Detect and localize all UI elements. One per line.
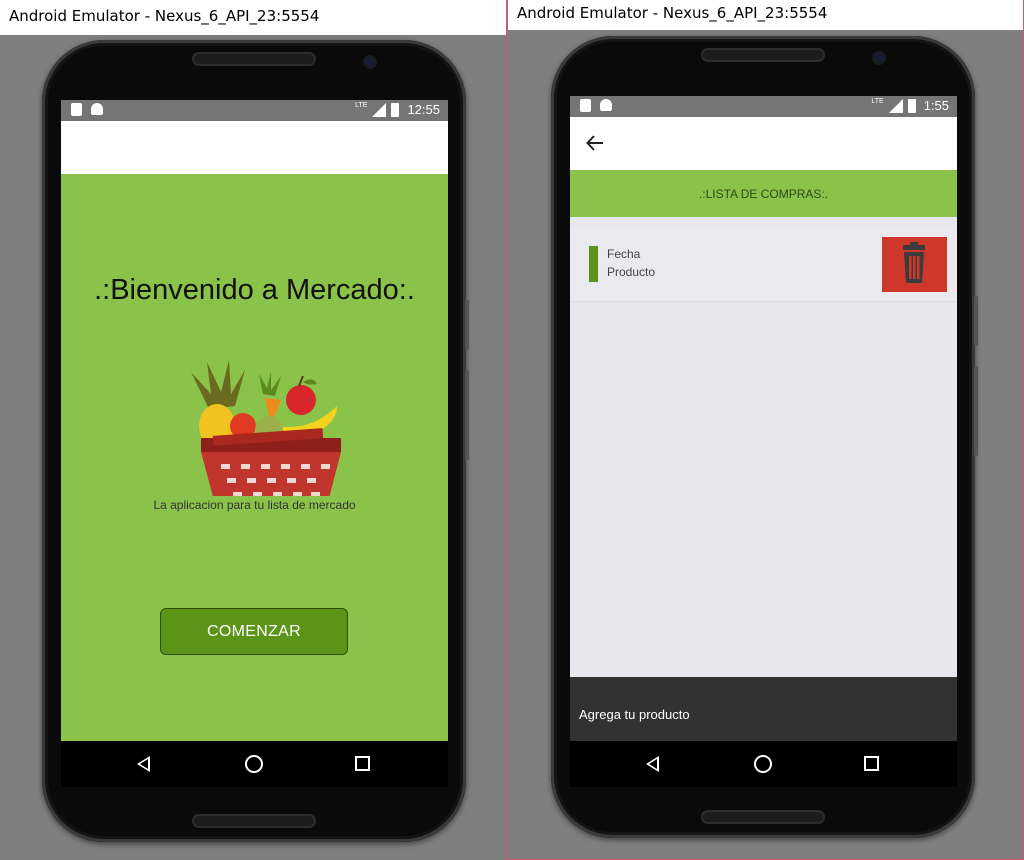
status-bar: LTE 12:55: [61, 100, 448, 121]
item-indicator: [589, 246, 598, 282]
device-screen: LTE 1:55 .:LISTA DE COMPRAS:. Fecha Prod…: [570, 96, 957, 787]
network-type: LTE: [355, 102, 368, 109]
home-icon[interactable]: [754, 755, 772, 773]
power-button[interactable]: [465, 370, 469, 460]
sd-card-icon: [580, 99, 591, 112]
bottom-speaker: [701, 810, 825, 824]
signal-icon: [372, 102, 387, 117]
android-icon: [600, 99, 612, 111]
status-time: 12:55: [407, 102, 440, 117]
phone-frame: LTE 12:55 .:Bienvenido a Mercado:. La ap…: [42, 40, 469, 842]
list-item[interactable]: Fecha Producto: [570, 229, 957, 302]
app-bar: [61, 121, 448, 174]
window-title: Android Emulator - Nexus_6_API_23:5554: [508, 0, 1023, 30]
fruit-basket-icon: [191, 360, 341, 496]
shopping-list: Fecha Producto +: [570, 217, 957, 729]
network-type: LTE: [871, 98, 884, 105]
item-product: Producto: [607, 265, 656, 279]
snackbar-text: Agrega tu producto: [579, 707, 690, 722]
power-button[interactable]: [974, 366, 978, 456]
device-screen: LTE 12:55 .:Bienvenido a Mercado:. La ap…: [61, 100, 448, 787]
delete-button[interactable]: [882, 237, 947, 292]
nav-bar: [570, 741, 957, 787]
phone-frame: LTE 1:55 .:LISTA DE COMPRAS:. Fecha Prod…: [551, 36, 978, 838]
welcome-subtitle: La aplicacion para tu lista de mercado: [153, 498, 356, 512]
window-title: Android Emulator - Nexus_6_API_23:5554: [0, 0, 506, 35]
item-date: Fecha: [607, 247, 641, 261]
start-button[interactable]: COMENZAR: [160, 608, 348, 655]
emulator-window-left: Android Emulator - Nexus_6_API_23:5554 L…: [0, 0, 506, 860]
battery-icon: [391, 102, 400, 117]
sd-card-icon: [71, 103, 82, 116]
emulator-window-right: Android Emulator - Nexus_6_API_23:5554 L…: [507, 0, 1024, 860]
list-header: .:LISTA DE COMPRAS:.: [570, 170, 957, 217]
volume-button[interactable]: [974, 296, 978, 346]
welcome-screen: .:Bienvenido a Mercado:. La aplicacion p…: [61, 174, 448, 741]
back-icon[interactable]: [137, 756, 150, 772]
signal-icon: [888, 98, 903, 113]
status-time: 1:55: [923, 98, 949, 113]
recents-icon[interactable]: [355, 756, 370, 771]
recents-icon[interactable]: [864, 756, 879, 771]
android-icon: [91, 103, 103, 115]
battery-icon: [907, 98, 916, 113]
front-camera: [874, 53, 884, 63]
snackbar: Agrega tu producto: [570, 677, 957, 741]
trash-icon: [903, 242, 925, 283]
top-speaker: [701, 48, 825, 62]
back-icon[interactable]: [646, 756, 659, 772]
back-arrow-icon[interactable]: [586, 134, 604, 152]
nav-bar: [61, 741, 448, 787]
volume-button[interactable]: [465, 300, 469, 350]
app-bar: [570, 117, 957, 170]
welcome-title: .:Bienvenido a Mercado:.: [94, 274, 415, 306]
top-speaker: [192, 52, 316, 66]
bottom-speaker: [192, 814, 316, 828]
front-camera: [365, 57, 375, 67]
home-icon[interactable]: [245, 755, 263, 773]
status-bar: LTE 1:55: [570, 96, 957, 117]
